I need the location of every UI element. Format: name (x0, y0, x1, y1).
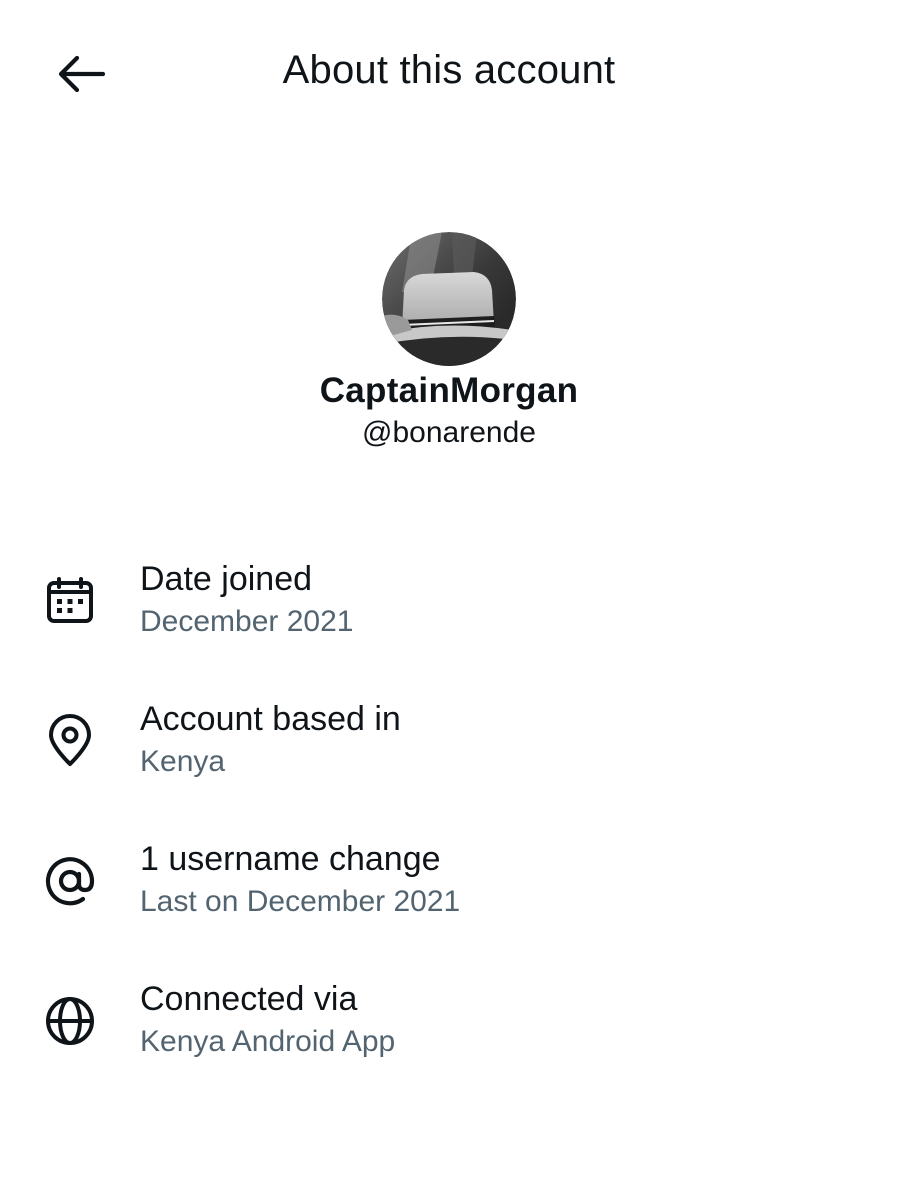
globe-icon (38, 989, 102, 1053)
info-row-connected-via: Connected via Kenya Android App (0, 975, 898, 1115)
info-value: Kenya Android App (140, 1025, 396, 1058)
info-value: December 2021 (140, 605, 354, 638)
info-row-date-joined: Date joined December 2021 (0, 555, 898, 695)
profile-section: CaptainMorgan @bonarende (0, 232, 898, 452)
header: About this account (0, 0, 898, 150)
display-name: CaptainMorgan (319, 371, 579, 410)
info-row-username-change: 1 username change Last on December 2021 (0, 835, 898, 975)
info-value: Last on December 2021 (140, 885, 461, 918)
info-row-account-based-in: Account based in Kenya (0, 695, 898, 835)
account-info-list: Date joined December 2021 Account based … (0, 555, 898, 1115)
info-label: Account based in (140, 700, 401, 738)
info-label: 1 username change (140, 840, 441, 878)
info-label: Connected via (140, 980, 358, 1018)
location-pin-icon (38, 709, 102, 773)
at-sign-icon (38, 849, 102, 913)
page-title: About this account (282, 48, 616, 92)
info-value: Kenya (140, 745, 226, 778)
username-handle: @bonarende (362, 416, 536, 449)
info-label: Date joined (140, 560, 313, 598)
avatar[interactable] (382, 232, 516, 366)
calendar-icon (38, 569, 102, 633)
